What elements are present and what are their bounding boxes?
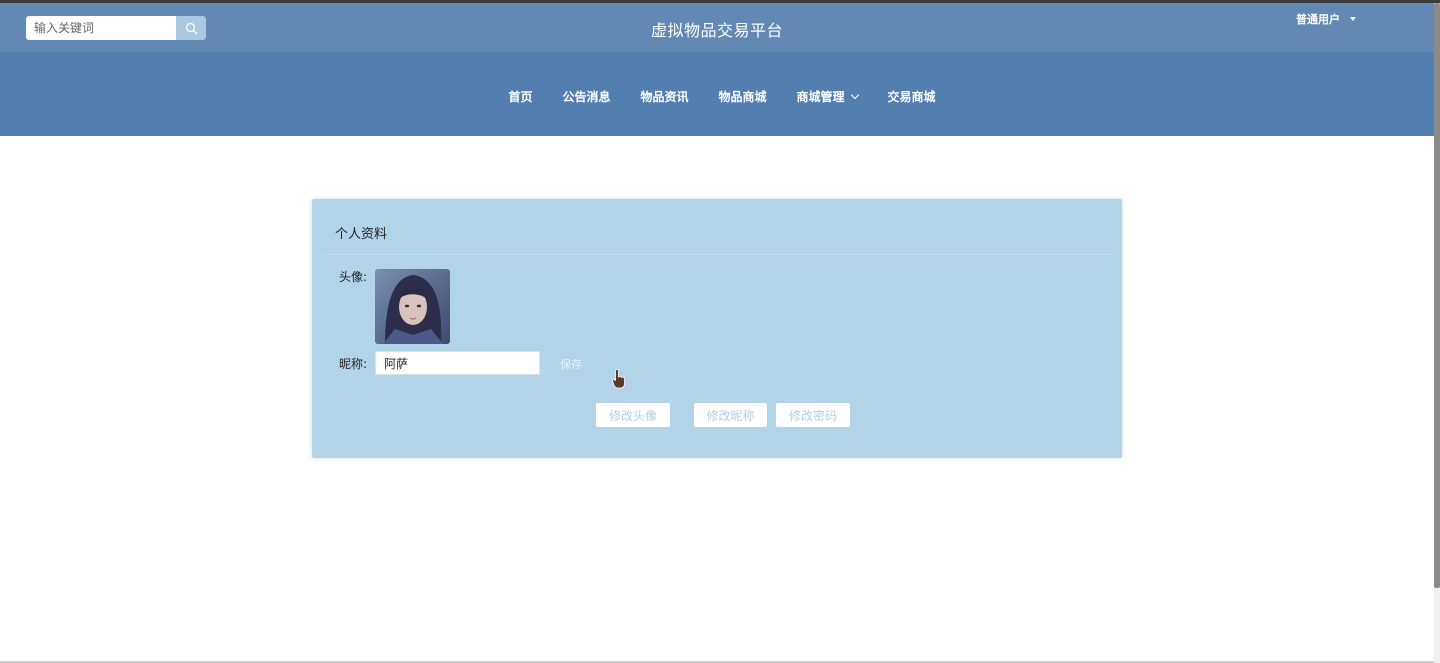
nav-item-label: 公告消息 bbox=[562, 90, 611, 104]
nav-item-home[interactable]: 首页 bbox=[508, 88, 532, 105]
nickname-input[interactable] bbox=[375, 351, 540, 375]
save-button[interactable]: 保存 bbox=[560, 356, 582, 372]
chevron-down-icon bbox=[850, 90, 859, 100]
profile-card: 个人资料 头像: 昵称: 保存 修改头像 修改昵称 修改密码 bbox=[312, 199, 1122, 458]
nav-list: 首页 公告消息 物品资讯 物品商城 商城管理 交易商城 bbox=[0, 88, 1434, 105]
nav-item-label: 物品资讯 bbox=[640, 90, 689, 104]
hand-cursor-icon bbox=[612, 369, 625, 389]
user-menu[interactable]: 普通用户 bbox=[1296, 11, 1356, 27]
nav-item-item-mall[interactable]: 物品商城 bbox=[719, 88, 767, 105]
nav-item-trade-mall[interactable]: 交易商城 bbox=[888, 88, 936, 105]
scrollbar-thumb[interactable] bbox=[1434, 3, 1440, 588]
change-password-button[interactable]: 修改密码 bbox=[776, 403, 850, 427]
nickname-label: 昵称: bbox=[339, 357, 368, 371]
avatar bbox=[375, 269, 450, 344]
nav-item-announcements[interactable]: 公告消息 bbox=[562, 88, 610, 105]
avatar-image bbox=[375, 269, 450, 344]
change-avatar-button[interactable]: 修改头像 bbox=[596, 403, 670, 427]
divider bbox=[322, 254, 1112, 255]
top-bar: 虚拟物品交易平台 普通用户 bbox=[0, 3, 1434, 52]
main-navbar: 首页 公告消息 物品资讯 物品商城 商城管理 交易商城 bbox=[0, 52, 1434, 136]
avatar-label: 头像: bbox=[339, 270, 368, 284]
nav-item-label: 交易商城 bbox=[887, 90, 936, 104]
nav-item-label: 物品商城 bbox=[718, 90, 767, 104]
nav-item-item-news[interactable]: 物品资讯 bbox=[640, 88, 688, 105]
card-title: 个人资料 bbox=[335, 227, 388, 242]
site-title: 虚拟物品交易平台 bbox=[650, 21, 783, 40]
change-nickname-button[interactable]: 修改昵称 bbox=[694, 403, 767, 427]
user-menu-label: 普通用户 bbox=[1296, 13, 1340, 26]
nav-item-mall-management[interactable]: 商城管理 bbox=[796, 88, 859, 105]
nav-item-label: 首页 bbox=[508, 90, 533, 104]
caret-down-icon bbox=[1350, 17, 1356, 21]
nav-item-label: 商城管理 bbox=[796, 90, 845, 104]
